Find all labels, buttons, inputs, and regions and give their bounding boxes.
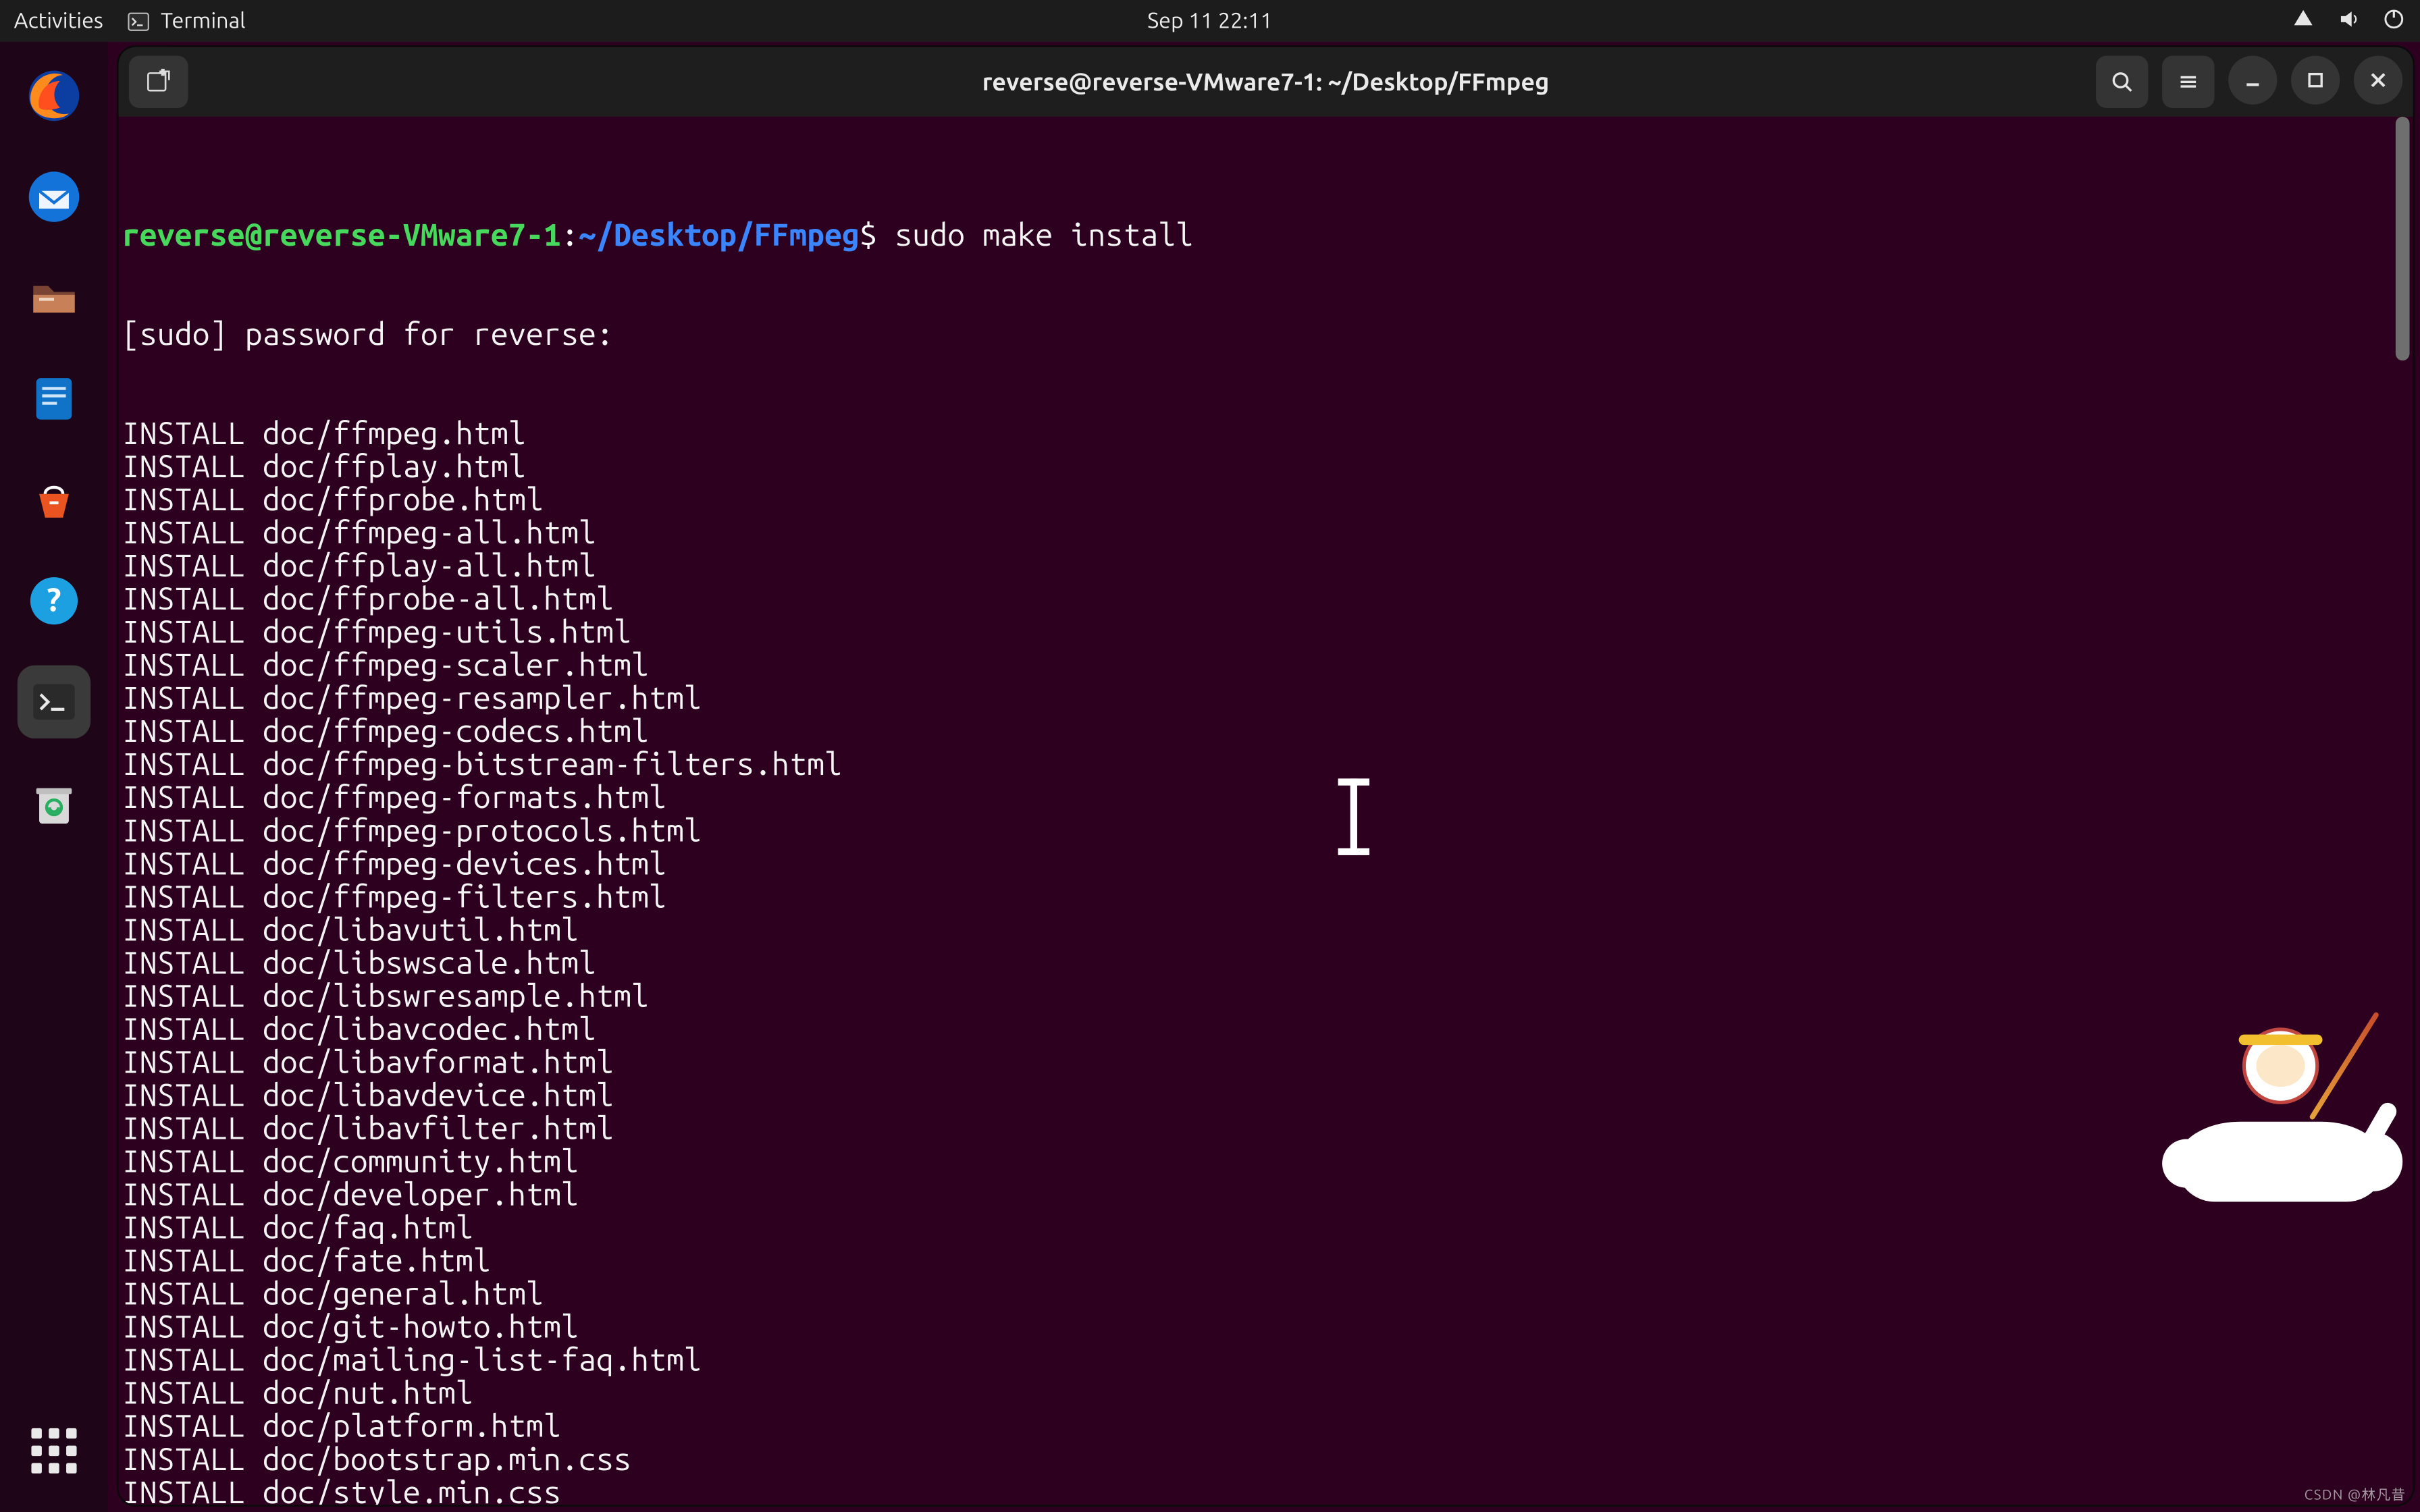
scrollbar-thumb[interactable] [2396, 117, 2410, 360]
maximize-button[interactable] [2291, 56, 2340, 105]
output-line: INSTALL doc/mailing-list-faq.html [118, 1345, 2413, 1378]
output-line: INSTALL doc/ffmpeg-all.html [118, 517, 2413, 550]
output-line: INSTALL doc/style.min.css [118, 1477, 2413, 1505]
output-line: INSTALL doc/ffmpeg-devices.html [118, 848, 2413, 882]
output-line: INSTALL doc/general.html [118, 1278, 2413, 1312]
terminal-window: reverse@reverse-VMware7-1: ~/Desktop/FFm… [118, 47, 2413, 1505]
show-applications-button[interactable] [18, 1414, 90, 1487]
dock-writer[interactable] [18, 362, 90, 435]
power-status-icon[interactable] [2382, 6, 2406, 36]
output-line: INSTALL doc/ffmpeg-scaler.html [118, 649, 2413, 682]
network-status-icon[interactable] [2291, 6, 2315, 36]
minimize-button[interactable] [2228, 56, 2277, 105]
output-line: INSTALL doc/libavutil.html [118, 915, 2413, 948]
output-line: INSTALL doc/libavformat.html [118, 1047, 2413, 1080]
clock[interactable]: Sep 11 22:11 [1147, 9, 1272, 33]
dock-firefox[interactable] [18, 59, 90, 132]
entered-command: sudo make install [895, 218, 1193, 253]
dock-terminal[interactable] [18, 666, 90, 738]
output-line: INSTALL doc/ffmpeg-protocols.html [118, 815, 2413, 848]
output-line: INSTALL doc/ffmpeg-resampler.html [118, 682, 2413, 716]
output-line: INSTALL doc/platform.html [118, 1411, 2413, 1444]
terminal-titlebar[interactable]: reverse@reverse-VMware7-1: ~/Desktop/FFm… [118, 47, 2413, 117]
output-line: INSTALL doc/libswscale.html [118, 948, 2413, 981]
search-button[interactable] [2096, 56, 2148, 108]
output-line: INSTALL doc/libavdevice.html [118, 1080, 2413, 1113]
focused-app-menu[interactable]: Terminal [128, 9, 246, 33]
output-line: INSTALL doc/nut.html [118, 1378, 2413, 1411]
output-line: INSTALL doc/ffmpeg-filters.html [118, 882, 2413, 915]
gnome-top-bar: Activities Terminal Sep 11 22:11 [0, 0, 2420, 42]
dock-trash[interactable] [18, 766, 90, 839]
output-line: INSTALL doc/libavcodec.html [118, 1014, 2413, 1047]
dock-software[interactable] [18, 463, 90, 536]
terminal-app-icon [128, 9, 151, 32]
show-applications-icon [31, 1428, 76, 1474]
hamburger-menu-button[interactable] [2162, 56, 2214, 108]
close-button[interactable] [2354, 56, 2402, 105]
dock-thunderbird[interactable] [18, 160, 90, 233]
svg-text:?: ? [47, 582, 61, 618]
assistant-mascot-icon [2176, 1010, 2386, 1202]
sudo-password-line: [sudo] password for reverse: [118, 319, 2413, 352]
output-line: INSTALL doc/git-howto.html [118, 1312, 2413, 1345]
dock-files[interactable] [18, 261, 90, 334]
terminal-viewport[interactable]: reverse@reverse-VMware7-1:~/Desktop/FFmp… [118, 117, 2413, 1505]
volume-status-icon[interactable] [2336, 6, 2361, 36]
prompt-sigil: $ [860, 218, 877, 253]
prompt-line: reverse@reverse-VMware7-1:~/Desktop/FFmp… [118, 219, 2413, 252]
output-line: INSTALL doc/ffmpeg-codecs.html [118, 716, 2413, 749]
output-line: INSTALL doc/ffplay.html [118, 451, 2413, 484]
prompt-user-host: reverse@reverse-VMware7-1 [122, 218, 561, 253]
output-line: INSTALL doc/ffmpeg-formats.html [118, 782, 2413, 815]
output-line: INSTALL doc/developer.html [118, 1179, 2413, 1212]
output-line: INSTALL doc/bootstrap.min.css [118, 1444, 2413, 1477]
output-line: INSTALL doc/libswresample.html [118, 981, 2413, 1014]
watermark-text: CSDN @林凡昔 [2305, 1486, 2406, 1505]
dock-help[interactable]: ? [18, 564, 90, 637]
output-line: INSTALL doc/ffplay-all.html [118, 550, 2413, 583]
prompt-path: ~/Desktop/FFmpeg [579, 218, 860, 253]
new-tab-button[interactable] [129, 56, 188, 108]
output-line: INSTALL doc/faq.html [118, 1212, 2413, 1245]
activities-button[interactable]: Activities [14, 9, 103, 33]
install-output: INSTALL doc/ffmpeg.htmlINSTALL doc/ffpla… [118, 418, 2413, 1505]
output-line: INSTALL doc/ffmpeg-utils.html [118, 616, 2413, 649]
window-title: reverse@reverse-VMware7-1: ~/Desktop/FFm… [982, 68, 1550, 96]
ubuntu-dock: ? [0, 42, 108, 1512]
prompt-sep: : [561, 218, 579, 253]
output-line: INSTALL doc/ffmpeg.html [118, 418, 2413, 451]
output-line: INSTALL doc/fate.html [118, 1245, 2413, 1278]
output-line: INSTALL doc/ffprobe-all.html [118, 583, 2413, 616]
output-line: INSTALL doc/ffprobe.html [118, 484, 2413, 517]
output-line: INSTALL doc/community.html [118, 1146, 2413, 1179]
output-line: INSTALL doc/ffmpeg-bitstream-filters.htm… [118, 749, 2413, 782]
output-line: INSTALL doc/libavfilter.html [118, 1113, 2413, 1146]
focused-app-label: Terminal [161, 9, 246, 33]
